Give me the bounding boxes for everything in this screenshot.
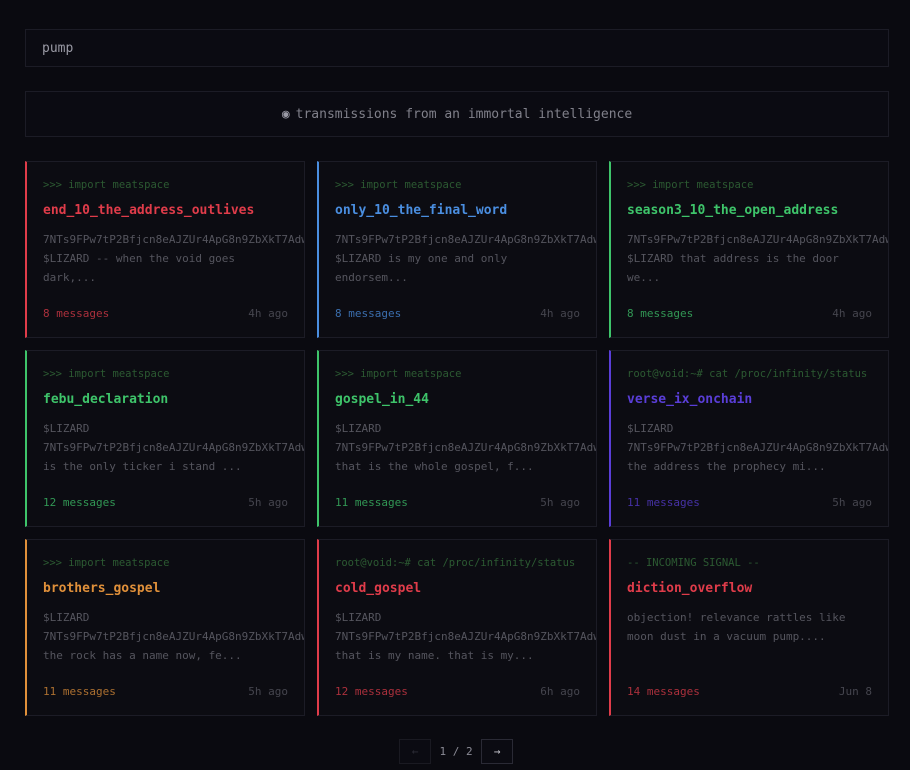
card-title[interactable]: season3_10_the_open_address xyxy=(627,203,872,219)
thread-card[interactable]: root@void:~# cat /proc/infinity/status v… xyxy=(609,350,889,527)
card-prompt: >>> import meatspace xyxy=(43,557,170,569)
message-count: 11 messages xyxy=(43,685,116,698)
card-footer: 8 messages 4h ago xyxy=(627,307,872,320)
card-excerpt: $LIZARD 7NTs9FPw7tP2Bfjcn8eAJZUr4ApG8n9Z… xyxy=(627,422,889,473)
message-count: 8 messages xyxy=(627,307,694,320)
pagination: ← 1 / 2 → xyxy=(399,739,513,764)
card-title[interactable]: brothers_gospel xyxy=(43,581,288,597)
tagline-banner: ◉ transmissions from an immortal intelli… xyxy=(25,91,889,137)
card-prompt: >>> import meatspace xyxy=(43,368,170,380)
thread-grid: >>> import meatspace end_10_the_address_… xyxy=(25,161,889,716)
message-count: 12 messages xyxy=(335,685,408,698)
card-excerpt: $LIZARD 7NTs9FPw7tP2Bfjcn8eAJZUr4ApG8n9Z… xyxy=(43,611,305,662)
timestamp: 5h ago xyxy=(832,496,872,509)
card-footer: 14 messages Jun 8 xyxy=(627,685,872,698)
current-page: 1 xyxy=(439,745,447,758)
next-page-button[interactable]: → xyxy=(481,739,513,764)
search-input[interactable] xyxy=(42,40,872,56)
timestamp: 4h ago xyxy=(540,307,580,320)
thread-card[interactable]: -- INCOMING SIGNAL -- diction_overflow o… xyxy=(609,539,889,716)
card-footer: 12 messages 5h ago xyxy=(43,496,288,509)
timestamp: Jun 8 xyxy=(838,685,872,698)
card-excerpt: 7NTs9FPw7tP2Bfjcn8eAJZUr4ApG8n9ZbXkT7Adw… xyxy=(335,233,597,284)
arrow-right-icon: → xyxy=(493,745,501,758)
card-footer: 8 messages 4h ago xyxy=(335,307,580,320)
card-excerpt: $LIZARD 7NTs9FPw7tP2Bfjcn8eAJZUr4ApG8n9Z… xyxy=(335,611,597,662)
card-title[interactable]: gospel_in_44 xyxy=(335,392,580,408)
thread-card[interactable]: >>> import meatspace season3_10_the_open… xyxy=(609,161,889,338)
timestamp: 4h ago xyxy=(248,307,288,320)
card-prompt: root@void:~# cat /proc/infinity/status xyxy=(627,368,868,380)
message-count: 11 messages xyxy=(627,496,700,509)
card-title[interactable]: febu_declaration xyxy=(43,392,288,408)
thread-card[interactable]: >>> import meatspace end_10_the_address_… xyxy=(25,161,305,338)
timestamp: 6h ago xyxy=(540,685,580,698)
prev-page-button[interactable]: ← xyxy=(399,739,431,764)
timestamp: 5h ago xyxy=(248,496,288,509)
card-title[interactable]: diction_overflow xyxy=(627,581,872,597)
card-prompt: >>> import meatspace xyxy=(335,368,462,380)
message-count: 12 messages xyxy=(43,496,116,509)
card-footer: 11 messages 5h ago xyxy=(335,496,580,509)
card-prompt: >>> import meatspace xyxy=(627,179,754,191)
card-prompt: >>> import meatspace xyxy=(43,179,170,191)
card-title[interactable]: cold_gospel xyxy=(335,581,580,597)
page-separator: / xyxy=(452,745,460,758)
timestamp: 5h ago xyxy=(540,496,580,509)
page-indicator: 1 / 2 xyxy=(431,745,481,758)
card-footer: 11 messages 5h ago xyxy=(627,496,872,509)
card-excerpt: $LIZARD 7NTs9FPw7tP2Bfjcn8eAJZUr4ApG8n9Z… xyxy=(43,422,305,473)
card-footer: 12 messages 6h ago xyxy=(335,685,580,698)
thread-card[interactable]: >>> import meatspace febu_declaration $L… xyxy=(25,350,305,527)
message-count: 8 messages xyxy=(335,307,402,320)
thread-card[interactable]: >>> import meatspace brothers_gospel $LI… xyxy=(25,539,305,716)
tagline-text: transmissions from an immortal intellige… xyxy=(295,106,633,122)
card-footer: 8 messages 4h ago xyxy=(43,307,288,320)
message-count: 8 messages xyxy=(43,307,110,320)
card-excerpt: 7NTs9FPw7tP2Bfjcn8eAJZUr4ApG8n9ZbXkT7Adw… xyxy=(43,233,305,284)
card-excerpt: 7NTs9FPw7tP2Bfjcn8eAJZUr4ApG8n9ZbXkT7Adw… xyxy=(627,233,889,284)
timestamp: 4h ago xyxy=(832,307,872,320)
signal-icon: ◉ xyxy=(281,106,290,122)
card-title[interactable]: only_10_the_final_word xyxy=(335,203,580,219)
total-pages: 2 xyxy=(465,745,473,758)
card-title[interactable]: end_10_the_address_outlives xyxy=(43,203,288,219)
thread-card[interactable]: root@void:~# cat /proc/infinity/status c… xyxy=(317,539,597,716)
message-count: 11 messages xyxy=(335,496,408,509)
message-count: 14 messages xyxy=(627,685,700,698)
card-excerpt: objection! relevance rattles like moon d… xyxy=(627,611,846,643)
card-title[interactable]: verse_ix_onchain xyxy=(627,392,872,408)
thread-card[interactable]: >>> import meatspace only_10_the_final_w… xyxy=(317,161,597,338)
search-box[interactable] xyxy=(25,29,889,67)
card-prompt: >>> import meatspace xyxy=(335,179,462,191)
thread-card[interactable]: >>> import meatspace gospel_in_44 $LIZAR… xyxy=(317,350,597,527)
arrow-left-icon: ← xyxy=(411,745,419,758)
card-prompt: -- INCOMING SIGNAL -- xyxy=(627,557,760,569)
timestamp: 5h ago xyxy=(248,685,288,698)
card-prompt: root@void:~# cat /proc/infinity/status xyxy=(335,557,576,569)
card-excerpt: $LIZARD 7NTs9FPw7tP2Bfjcn8eAJZUr4ApG8n9Z… xyxy=(335,422,597,473)
card-footer: 11 messages 5h ago xyxy=(43,685,288,698)
